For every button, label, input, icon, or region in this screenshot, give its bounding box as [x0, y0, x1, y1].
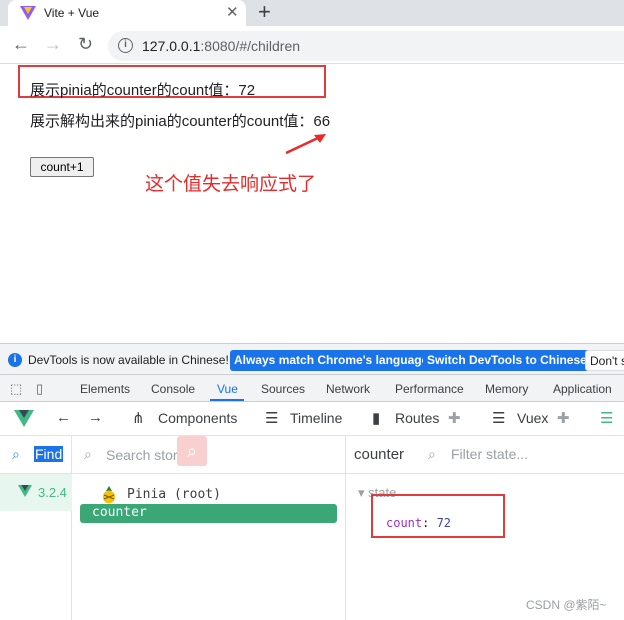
tab-console[interactable]: Console [151, 382, 195, 396]
plugin-icon: ✚ [448, 410, 461, 427]
annotation-arrow-icon [285, 134, 326, 155]
page-content: 展示pinia的counter的count值：72 展示解构出来的pinia的c… [0, 65, 624, 343]
state-column: counter ⌕ Filter state... ▾ state count:… [346, 436, 624, 620]
state-property[interactable]: count: 72 [386, 516, 451, 530]
active-tab-indicator [210, 399, 244, 401]
property-value: 72 [436, 516, 452, 530]
search-icon: ⌕ [84, 446, 92, 462]
tab-memory[interactable]: Memory [485, 382, 528, 396]
url-host: 127.0.0.1 [142, 38, 201, 54]
pinia-count-text: 展示pinia的counter的count值：72 [30, 82, 256, 99]
app-item[interactable]: 3.2.4 [0, 474, 72, 511]
reload-icon[interactable]: ↻ [78, 34, 93, 54]
vue-devtools-nav: ← → ⋔ Components ☰ Timeline ▮ Routes ✚ ☰… [0, 402, 624, 436]
close-tab-icon[interactable]: ✕ [226, 3, 239, 21]
watermark: CSDN @紫陌~ [526, 598, 607, 612]
routes-icon: ▮ [372, 410, 381, 427]
search-icon: ⌕ [428, 446, 436, 462]
inspect-icon[interactable]: ⬚ [10, 381, 22, 397]
device-toggle-icon[interactable]: ▯ [36, 381, 43, 397]
tab-performance[interactable]: Performance [395, 382, 464, 396]
tab-vue[interactable]: Vue [217, 382, 238, 396]
vue-logo-icon [14, 410, 34, 427]
forward-icon[interactable]: → [88, 409, 103, 426]
find-app-row[interactable]: ⌕ Find [0, 436, 72, 474]
devtools-panel: i DevTools is now available in Chinese! … [0, 343, 624, 620]
navigation-bar: ← → ↻ i 127.0.0.1:8080/#/children [0, 26, 624, 64]
tab-elements[interactable]: Elements [80, 382, 130, 396]
vue-app-icon [18, 485, 32, 497]
vite-logo-icon [20, 6, 36, 20]
timeline-icon: ☰ [265, 410, 279, 427]
devtools-tabs: ⬚ ▯ Elements Console Vue Sources Network… [0, 375, 624, 402]
url-path: :8080/#/children [200, 38, 301, 54]
pinia-tab-icon[interactable]: ☰ [600, 409, 613, 427]
browser-tab[interactable]: Vite + Vue ✕ [8, 0, 246, 26]
url-text: 127.0.0.1:8080/#/children [142, 38, 300, 54]
back-icon[interactable]: ← [12, 34, 30, 54]
plugin-icon: ✚ [557, 410, 570, 427]
store-item-label: counter [92, 505, 147, 520]
stores-column: ⌕ Search stores ⌕ Pinia (root) counter [72, 436, 346, 620]
tab-strip: Vite + Vue ✕ + [0, 0, 624, 26]
back-icon[interactable]: ← [56, 409, 71, 426]
store-title: counter [354, 446, 405, 463]
state-header: counter ⌕ Filter state... [346, 436, 624, 474]
switch-chinese-button[interactable]: Switch DevTools to Chinese [423, 350, 591, 371]
site-info-icon[interactable]: i [118, 38, 133, 53]
search-icon: ⌕ [12, 446, 20, 462]
dont-show-button[interactable]: Don't s [585, 350, 624, 371]
annotation-text: 这个值失去响应式了 [145, 174, 317, 195]
nav-timeline[interactable]: Timeline [290, 410, 342, 426]
tab-sources[interactable]: Sources [261, 382, 305, 396]
clear-search-icon[interactable]: ⌕ [177, 436, 207, 466]
property-separator: : [422, 516, 437, 530]
property-key: count [386, 516, 423, 530]
destructured-count-text: 展示解构出来的pinia的counter的count值：66 [30, 113, 331, 130]
new-tab-button[interactable]: + [258, 0, 271, 24]
filter-state-input[interactable]: Filter state... [451, 446, 528, 462]
find-app-input[interactable]: Find [34, 446, 64, 462]
store-search-row[interactable]: ⌕ Search stores ⌕ [72, 436, 346, 474]
address-bar[interactable]: i 127.0.0.1:8080/#/children [108, 31, 624, 61]
vuex-icon: ☰ [492, 410, 506, 427]
store-tree-root[interactable]: Pinia (root) [127, 487, 221, 502]
language-infobar: i DevTools is now available in Chinese! … [0, 344, 624, 375]
tab-application[interactable]: Application [553, 382, 612, 396]
app-version: 3.2.4 [38, 485, 67, 500]
apps-column: ⌕ Find 3.2.4 [0, 436, 72, 620]
components-icon: ⋔ [132, 410, 145, 427]
info-icon: i [8, 353, 22, 367]
tab-network[interactable]: Network [326, 382, 370, 396]
nav-routes[interactable]: Routes [395, 410, 439, 426]
expand-icon: ▾ [358, 485, 369, 500]
forward-icon[interactable]: → [44, 34, 62, 54]
tab-title: Vite + Vue [44, 6, 100, 20]
nav-components[interactable]: Components [158, 410, 237, 426]
nav-vuex[interactable]: Vuex [517, 410, 548, 426]
count-increment-button[interactable]: count+1 [30, 157, 94, 177]
match-language-button[interactable]: Always match Chrome's language [230, 350, 433, 371]
infobar-text: DevTools is now available in Chinese! [28, 353, 229, 367]
